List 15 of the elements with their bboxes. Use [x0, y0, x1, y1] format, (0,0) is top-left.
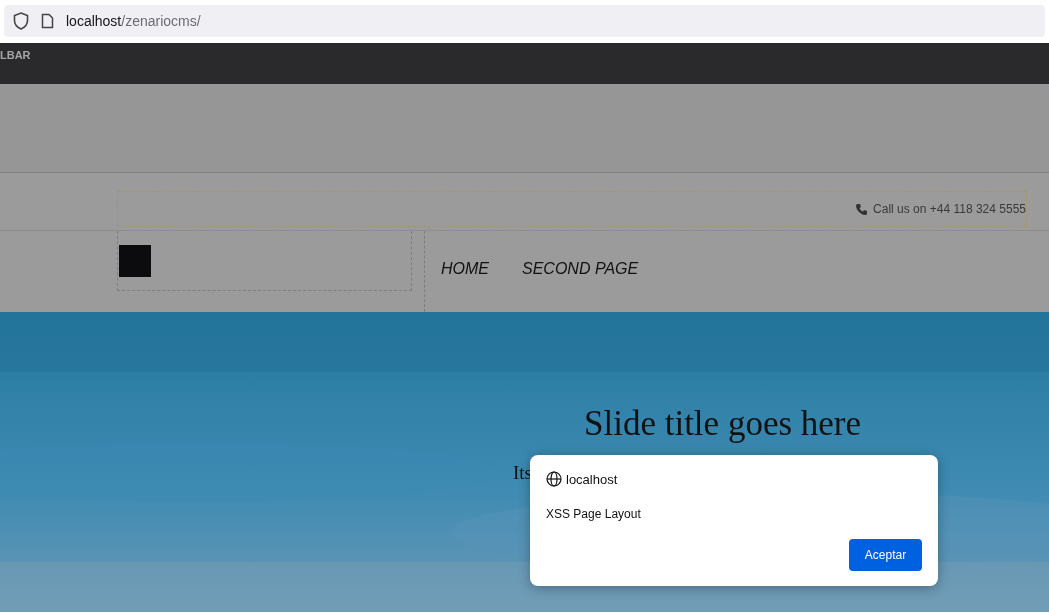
page-icon	[41, 13, 54, 29]
phone-text: Call us on +44 118 324 5555	[873, 202, 1026, 216]
accept-button[interactable]: Aceptar	[849, 539, 922, 571]
logo[interactable]	[119, 245, 151, 277]
slide-title: Slide title goes here	[584, 404, 861, 444]
url-text: localhost/zenariocms/	[66, 13, 201, 29]
globe-icon	[546, 471, 562, 487]
dialog-origin: localhost	[566, 471, 618, 487]
phone-icon	[855, 202, 869, 216]
shield-icon	[13, 12, 29, 30]
nav-link[interactable]: HOME	[441, 259, 489, 278]
dialog-message: XSS Page Layout	[546, 507, 642, 521]
address-bar[interactable]: localhost/zenariocms/	[4, 5, 1045, 37]
toolbar-label: LBAR	[0, 49, 31, 61]
nav-link[interactable]: SECOND PAGE	[522, 259, 639, 278]
